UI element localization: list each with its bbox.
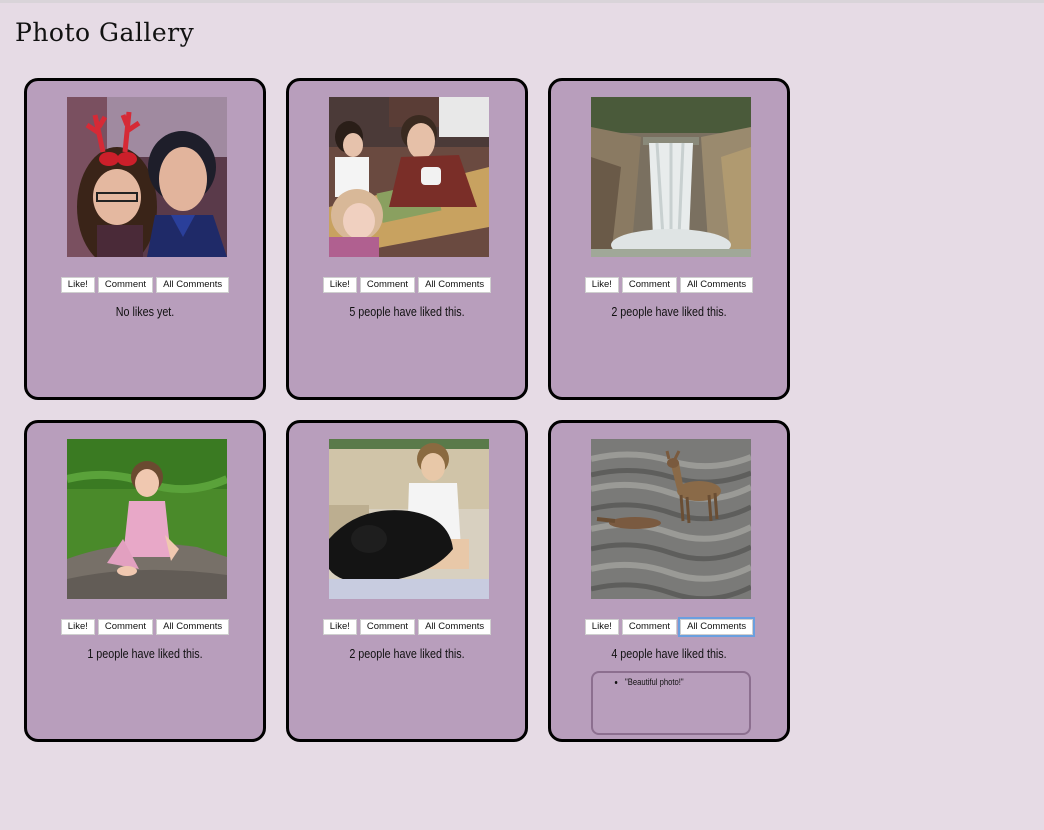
likes-count-text: 1 people have liked this. xyxy=(87,647,203,661)
photo-image[interactable] xyxy=(329,97,489,257)
like-button[interactable]: Like! xyxy=(60,619,95,635)
photo-card: Like! Comment All Comments 4 people have… xyxy=(548,420,790,742)
photo-image[interactable] xyxy=(591,439,751,599)
comments-panel: "Beautiful photo!" xyxy=(591,671,751,735)
like-button[interactable]: Like! xyxy=(60,277,95,293)
likes-count-text: 2 people have liked this. xyxy=(611,305,727,319)
comment-button[interactable]: Comment xyxy=(97,619,154,635)
all-comments-button[interactable]: All Comments xyxy=(418,619,492,635)
comment-button[interactable]: Comment xyxy=(359,277,416,293)
photo-image[interactable] xyxy=(591,97,751,257)
all-comments-button[interactable]: All Comments xyxy=(418,277,492,293)
likes-count-text: 5 people have liked this. xyxy=(349,305,465,319)
like-button[interactable]: Like! xyxy=(322,277,357,293)
photo-image[interactable] xyxy=(329,439,489,599)
like-button[interactable]: Like! xyxy=(584,277,619,293)
likes-count-text: 2 people have liked this. xyxy=(349,647,465,661)
all-comments-button[interactable]: All Comments xyxy=(156,277,230,293)
likes-count-text: 4 people have liked this. xyxy=(611,647,727,661)
top-border xyxy=(0,0,1044,3)
likes-count-text: No likes yet. xyxy=(115,305,175,319)
photo-card: Like! Comment All Comments 5 people have… xyxy=(286,78,528,400)
like-button[interactable]: Like! xyxy=(322,619,357,635)
comment-button[interactable]: Comment xyxy=(359,619,416,635)
comment-item: "Beautiful photo!" xyxy=(625,677,730,687)
photo-image[interactable] xyxy=(67,439,227,599)
comment-button[interactable]: Comment xyxy=(621,277,678,293)
comments-list: "Beautiful photo!" xyxy=(593,673,749,687)
comment-button[interactable]: Comment xyxy=(97,277,154,293)
page-title: Photo Gallery xyxy=(15,18,195,47)
photo-card: Like! Comment All Comments 1 people have… xyxy=(24,420,266,742)
all-comments-button[interactable]: All Comments xyxy=(678,617,756,637)
all-comments-button[interactable]: All Comments xyxy=(156,619,230,635)
photo-card: Like! Comment All Comments 2 people have… xyxy=(548,78,790,400)
comment-button[interactable]: Comment xyxy=(621,619,678,635)
all-comments-button[interactable]: All Comments xyxy=(680,277,754,293)
photo-card: Like! Comment All Comments 2 people have… xyxy=(286,420,528,742)
photo-card: Like! Comment All Comments No likes yet. xyxy=(24,78,266,400)
photo-image[interactable] xyxy=(67,97,227,257)
like-button[interactable]: Like! xyxy=(584,619,619,635)
